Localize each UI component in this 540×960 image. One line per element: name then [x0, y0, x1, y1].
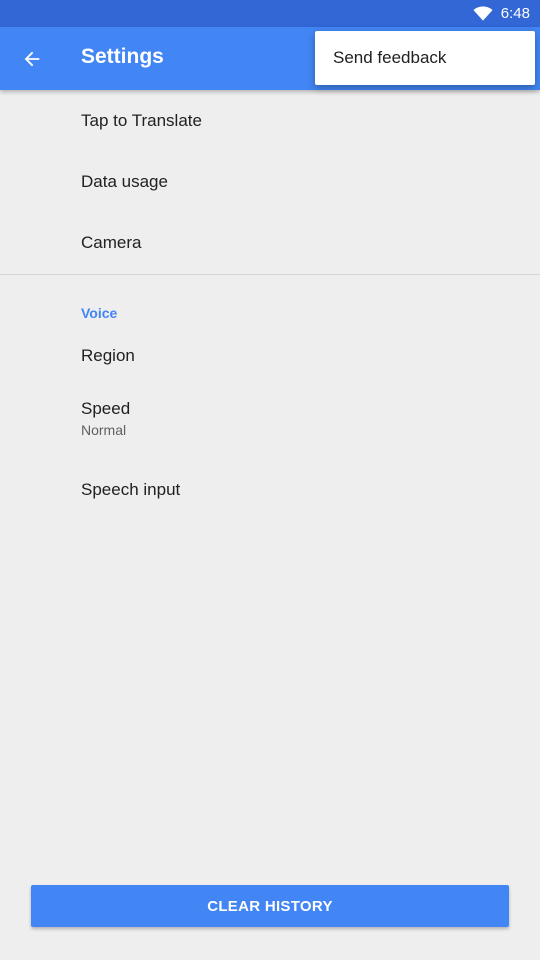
settings-item-tap-to-translate[interactable]: Tap to Translate: [0, 90, 540, 151]
overflow-menu: Send feedback: [315, 31, 535, 85]
menu-item-send-feedback[interactable]: Send feedback: [333, 48, 446, 68]
settings-item-label: Region: [81, 345, 135, 365]
settings-item-label: Tap to Translate: [81, 110, 202, 130]
settings-item-label: Camera: [81, 232, 142, 252]
wifi-icon: [473, 5, 493, 21]
page-title: Settings: [81, 45, 164, 68]
back-button[interactable]: [19, 46, 45, 72]
settings-list: Tap to Translate Data usage Camera Voice…: [0, 90, 540, 530]
clear-history-button[interactable]: CLEAR HISTORY: [31, 885, 509, 927]
settings-item-speech-input[interactable]: Speech input: [0, 450, 540, 530]
arrow-back-icon: [24, 51, 40, 67]
settings-item-speed[interactable]: Speed Normal: [0, 386, 540, 450]
settings-item-label: Data usage: [81, 171, 168, 191]
settings-item-data-usage[interactable]: Data usage: [0, 151, 540, 212]
settings-item-region[interactable]: Region: [0, 325, 540, 386]
settings-item-camera[interactable]: Camera: [0, 212, 540, 273]
status-time: 6:48: [500, 5, 530, 22]
status-bar: 6:48: [0, 0, 540, 27]
settings-item-summary: Normal: [81, 421, 127, 438]
settings-item-label: Speed: [81, 398, 131, 418]
settings-item-label: Speech input: [81, 480, 181, 499]
